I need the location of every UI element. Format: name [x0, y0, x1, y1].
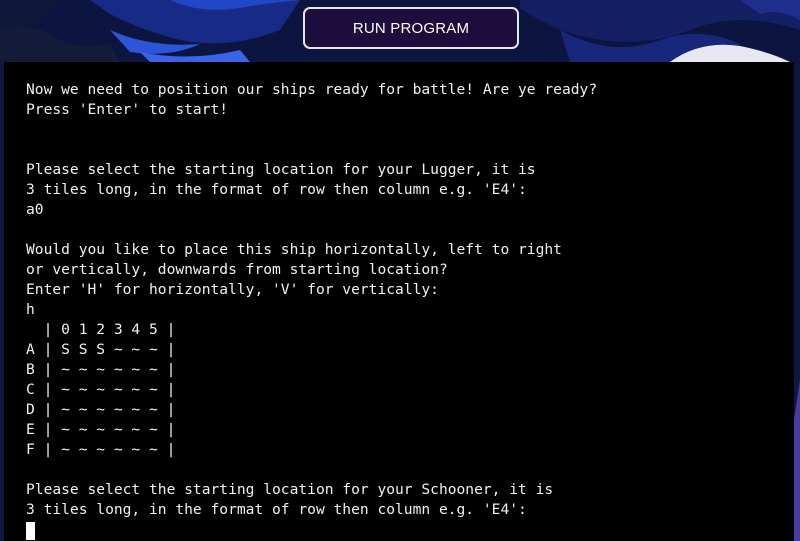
terminal-line: Please select the starting location for …	[26, 161, 536, 178]
board-row-b: B | ~ ~ ~ ~ ~ ~ |	[26, 361, 176, 378]
terminal-line: Please select the starting location for …	[26, 481, 554, 498]
terminal-input-line[interactable]	[26, 520, 794, 540]
terminal-line: Now we need to position our ships ready …	[26, 81, 598, 98]
terminal-line: Press 'Enter' to start!	[26, 101, 229, 118]
terminal-window[interactable]: Now we need to position our ships ready …	[4, 62, 794, 541]
terminal-line: Enter 'H' for horizontally, 'V' for vert…	[26, 281, 439, 298]
board-row-a: A | S S S ~ ~ ~ |	[26, 341, 176, 358]
terminal-line: or vertically, downwards from starting l…	[26, 261, 448, 278]
board-row-d: D | ~ ~ ~ ~ ~ ~ |	[26, 401, 176, 418]
run-program-button[interactable]: RUN PROGRAM	[303, 7, 519, 49]
terminal-cursor	[26, 522, 35, 540]
terminal-line: a0	[26, 201, 44, 218]
terminal-line: h	[26, 301, 35, 318]
terminal-line: 3 tiles long, in the format of row then …	[26, 181, 527, 198]
run-program-label: RUN PROGRAM	[352, 19, 470, 37]
board-row-e: E | ~ ~ ~ ~ ~ ~ |	[26, 421, 176, 438]
terminal-line: Would you like to place this ship horizo…	[26, 241, 562, 258]
board-header-row: | 0 1 2 3 4 5 |	[26, 321, 176, 338]
board-row-c: C | ~ ~ ~ ~ ~ ~ |	[26, 381, 176, 398]
board-row-f: F | ~ ~ ~ ~ ~ ~ |	[26, 441, 176, 458]
terminal-line: 3 tiles long, in the format of row then …	[26, 501, 527, 518]
